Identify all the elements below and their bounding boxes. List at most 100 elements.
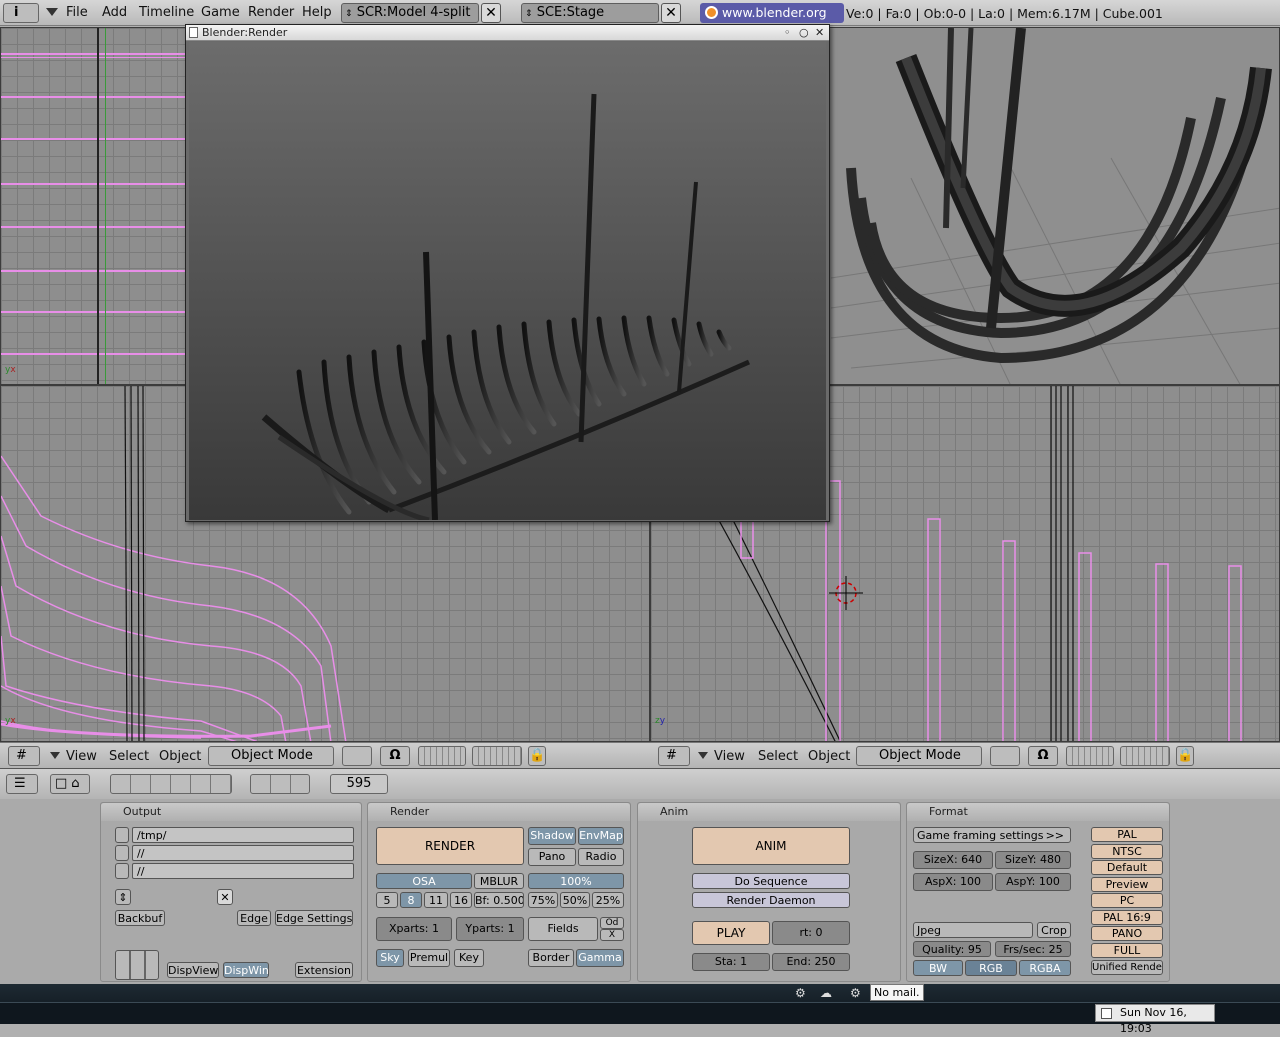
size-75-button[interactable]: 75% (528, 892, 558, 908)
anim-panel-title[interactable]: Anim (638, 803, 900, 821)
preset-pano[interactable]: PANO (1091, 926, 1163, 941)
rt-field[interactable]: rt: 0 (772, 921, 850, 945)
preset-ntsc[interactable]: NTSC (1091, 844, 1163, 859)
chat-icon[interactable]: ☁ (820, 986, 832, 1000)
gamma-button[interactable]: Gamma (576, 949, 624, 967)
preset-pal169[interactable]: PAL 16:9 (1091, 910, 1163, 925)
osa-11-button[interactable]: 11 (424, 892, 448, 908)
aspy-field[interactable]: AspY: 100 (995, 873, 1071, 891)
envmap-button[interactable]: EnvMap (578, 827, 624, 845)
clock[interactable]: Sun Nov 16, 19:03 (1095, 1004, 1215, 1035)
collapse-triangle-icon[interactable] (698, 752, 708, 759)
osa-16-button[interactable]: 16 (450, 892, 472, 908)
shadow-button[interactable]: Shadow (528, 827, 576, 845)
settings-icon[interactable]: ⚙ (850, 986, 861, 1000)
premul-button[interactable]: Premul (408, 949, 450, 967)
edge-settings-button[interactable]: Edge Settings (275, 910, 353, 926)
layer-buttons-row-1[interactable] (1066, 746, 1114, 766)
render-button[interactable]: RENDER (376, 827, 524, 865)
layer-buttons-row-2[interactable] (1120, 746, 1170, 766)
mail-status[interactable]: No mail. (870, 984, 924, 1001)
crop-button[interactable]: Crop (1037, 922, 1071, 938)
x-button[interactable]: X (600, 929, 624, 941)
scene-close-button[interactable]: ✕ (661, 3, 681, 23)
edge-button[interactable]: Edge (237, 910, 271, 926)
preset-pal[interactable]: PAL (1091, 827, 1163, 842)
render-daemon-button[interactable]: Render Daemon (692, 892, 850, 908)
aspx-field[interactable]: AspX: 100 (913, 873, 993, 891)
window-type-button[interactable]: ☰ (6, 774, 38, 794)
screen-selector[interactable]: ⇕ SCR:Model 4-split (341, 3, 479, 23)
window-type-button[interactable]: # (658, 746, 690, 766)
updown-icon[interactable]: ⇕ (115, 889, 131, 905)
blur-factor-field[interactable]: Bf: 0.500 (474, 892, 524, 908)
extension-button[interactable]: Extension (295, 962, 353, 978)
menu-add[interactable]: Add (102, 5, 127, 20)
render-window[interactable]: Blender:Render ◦ ○ ✕ (185, 24, 830, 523)
fps-field[interactable]: Frs/sec: 25 (995, 941, 1071, 957)
mode-selector[interactable]: Object Mode (208, 746, 334, 766)
minimize-icon[interactable]: ◦ (784, 25, 791, 40)
scene-selector[interactable]: ⇕ SCE:Stage (521, 3, 659, 23)
menu-file[interactable]: File (66, 5, 88, 20)
anim-button[interactable]: ANIM (692, 827, 850, 865)
file-format-selector[interactable]: Jpeg (913, 922, 1033, 938)
key-button[interactable]: Key (454, 949, 484, 967)
rgb-button[interactable]: RGB (965, 960, 1017, 976)
view-menu[interactable]: View (66, 749, 97, 764)
subcontext-buttons[interactable] (250, 774, 310, 794)
menu-game[interactable]: Game (201, 5, 240, 20)
backbuf-button[interactable]: Backbuf (115, 910, 165, 926)
frame-number-field[interactable]: 595 (330, 774, 388, 794)
folder-icon[interactable] (115, 827, 129, 843)
do-sequence-button[interactable]: Do Sequence (692, 873, 850, 889)
lock-icon[interactable]: 🔒 (528, 746, 546, 766)
osa-5-button[interactable]: 5 (376, 892, 398, 908)
preset-pc[interactable]: PC (1091, 893, 1163, 908)
output-panel-title[interactable]: Output (101, 803, 361, 821)
close-icon[interactable]: ✕ (815, 25, 824, 40)
collapse-triangle-icon[interactable] (46, 8, 58, 16)
yparts-field[interactable]: Yparts: 1 (456, 917, 524, 941)
odd-button[interactable]: Od (600, 917, 624, 929)
xparts-field[interactable]: Xparts: 1 (376, 917, 452, 941)
info-window-type-button[interactable]: i (3, 3, 39, 23)
render-panel-title[interactable]: Render (368, 803, 630, 821)
backbuf-path-field[interactable]: // (132, 845, 354, 861)
dispwin-button[interactable]: DispWin (223, 962, 269, 978)
end-frame-field[interactable]: End: 250 (772, 953, 850, 971)
view-toggle-buttons[interactable]: □ ⌂ (50, 774, 90, 794)
window-type-button[interactable]: # (8, 746, 40, 766)
draw-type-selector[interactable] (990, 746, 1020, 766)
maximize-icon[interactable]: ○ (799, 25, 809, 40)
sizey-field[interactable]: SizeY: 480 (995, 851, 1071, 869)
preset-full[interactable]: FULL (1091, 943, 1163, 958)
menu-render[interactable]: Render (248, 5, 294, 20)
radio-button[interactable]: Radio (578, 848, 624, 866)
size-50-button[interactable]: 50% (560, 892, 590, 908)
magnet-icon[interactable]: Ω (380, 746, 410, 766)
mode-selector[interactable]: Object Mode (856, 746, 982, 766)
render-window-titlebar[interactable]: Blender:Render ◦ ○ ✕ (186, 25, 829, 41)
bw-button[interactable]: BW (913, 960, 963, 976)
network-icon[interactable]: ⚙ (795, 986, 806, 1000)
object-menu[interactable]: Object (808, 749, 850, 764)
dispview-button[interactable]: DispView (167, 962, 219, 978)
disp-location-buttons[interactable] (115, 950, 159, 980)
output-path-field[interactable]: /tmp/ (132, 827, 354, 843)
layer-buttons-row-1[interactable] (418, 746, 466, 766)
select-menu[interactable]: Select (758, 749, 798, 764)
osa-8-button[interactable]: 8 (400, 892, 422, 908)
collapse-triangle-icon[interactable] (50, 752, 60, 759)
osa-button[interactable]: OSA (376, 873, 472, 889)
folder-icon[interactable] (115, 863, 129, 879)
object-menu[interactable]: Object (159, 749, 201, 764)
start-frame-field[interactable]: Sta: 1 (692, 953, 770, 971)
pano-button[interactable]: Pano (528, 848, 576, 866)
game-framing-button[interactable]: Game framing settings >> (913, 827, 1071, 843)
magnet-icon[interactable]: Ω (1028, 746, 1058, 766)
unified-render-button[interactable]: Unified Render (1091, 960, 1163, 975)
menu-timeline[interactable]: Timeline (139, 5, 194, 20)
draw-type-selector[interactable] (342, 746, 372, 766)
sky-button[interactable]: Sky (376, 949, 404, 967)
